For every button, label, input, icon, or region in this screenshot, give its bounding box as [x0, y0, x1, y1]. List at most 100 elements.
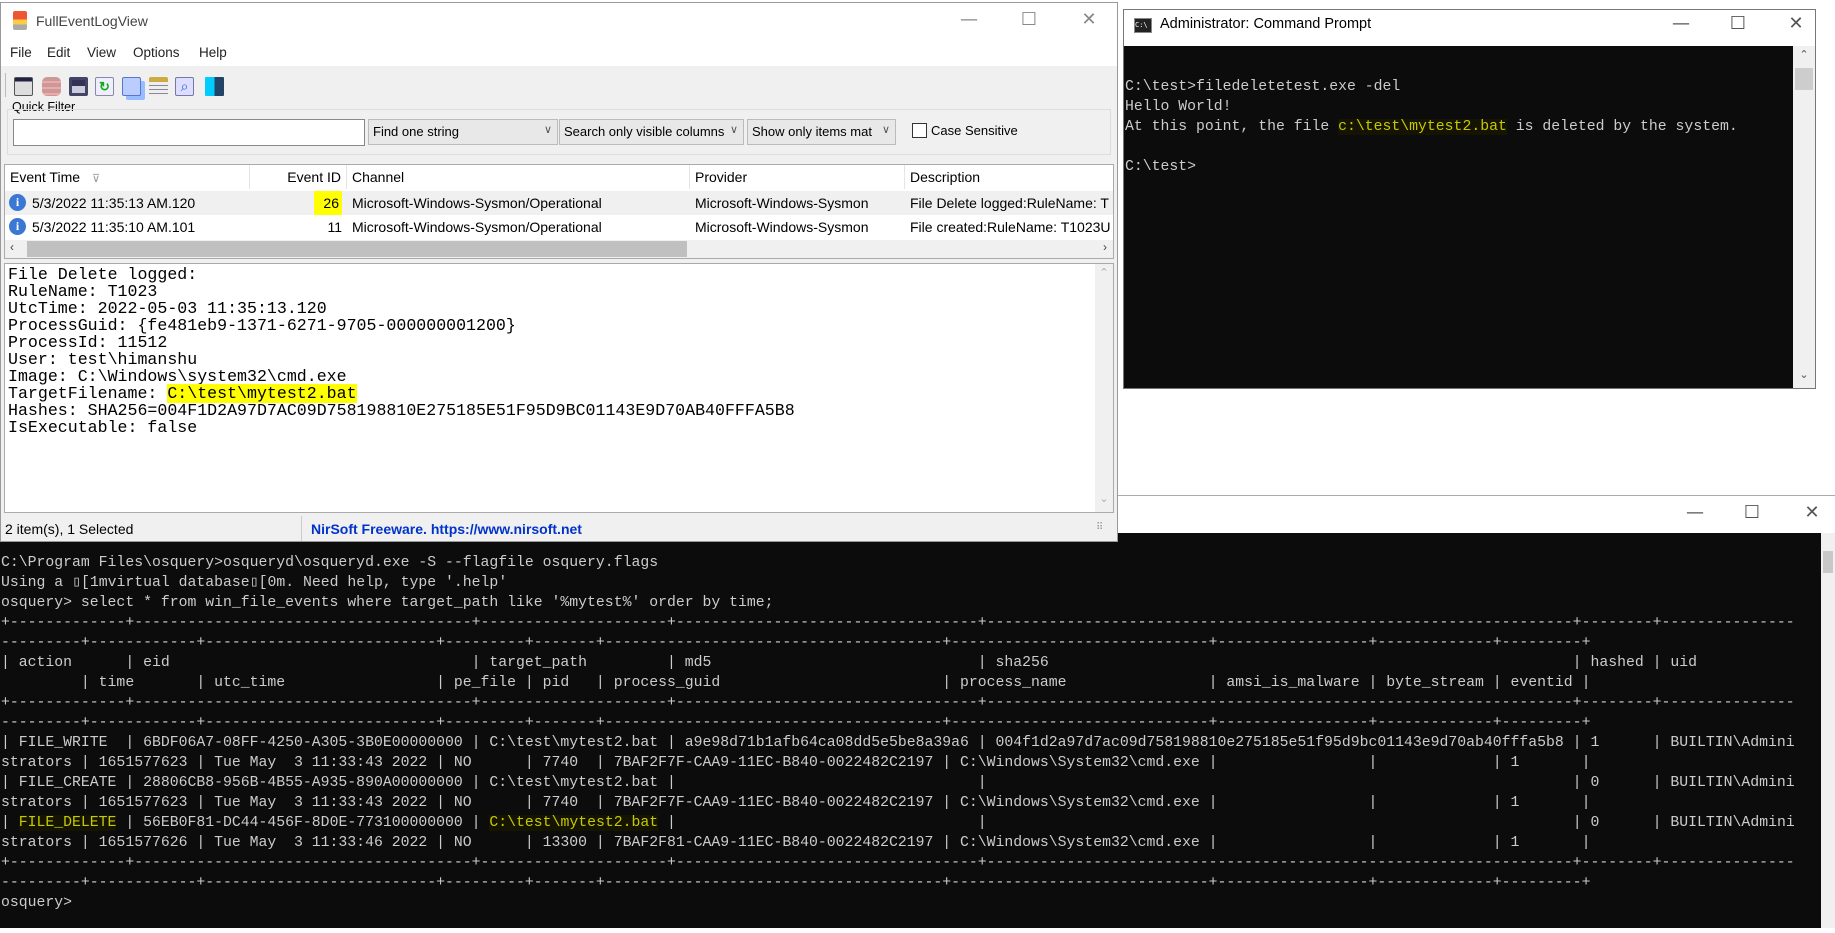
terminal-line: Using a ▯[1mvirtual database▯[0m. Need h… [1, 575, 508, 591]
terminal-text: | FILE_WRITE | 6BDF06A7-08FF-4250-A305-3… [1, 735, 1795, 751]
close-button[interactable]: ✕ [1792, 502, 1832, 523]
quick-filter-input[interactable] [13, 119, 365, 146]
osquery-terminal[interactable]: C:\Program Files\osquery>osqueryd\osquer… [0, 533, 1821, 928]
close-button[interactable]: ✕ [1069, 9, 1109, 30]
terminal-text: | time | utc_time | pe_file | pid | proc… [1, 675, 1591, 691]
terminal-text: At this point, the file [1125, 119, 1339, 135]
vertical-scrollbar[interactable]: ⌃ ⌄ [1095, 264, 1113, 512]
detail-line: ProcessGuid: {fe481eb9-1371-6271-9705-00… [8, 316, 516, 335]
column-header-event-time[interactable]: Event Time ⊽ [5, 165, 250, 189]
refresh-icon[interactable]: ↻ [95, 77, 114, 96]
vertical-scrollbar[interactable] [1821, 533, 1835, 928]
app-icon [13, 11, 27, 30]
query-result-table: +-------------+-------------------------… [1, 613, 1795, 893]
menu-bar: File Edit View Options Help [1, 39, 1117, 66]
terminal-text: | action | eid | target_path | md5 | sha… [1, 655, 1795, 671]
cell-channel: Microsoft-Windows-Sysmon/Operational [352, 219, 602, 235]
nirsoft-link[interactable]: NirSoft Freeware. https://www.nirsoft.ne… [311, 521, 582, 537]
terminal-text: C:\test>filedeletetest.exe -del [1125, 79, 1401, 95]
chevron-down-icon: ∨ [729, 124, 738, 136]
event-detail-pane[interactable]: File Delete logged: RuleName: T1023 UtcTim… [4, 263, 1114, 513]
maximize-button[interactable]: ☐ [1009, 9, 1049, 30]
cell-provider: Microsoft-Windows-Sysmon [695, 195, 869, 211]
terminal-line: | FILE_DELETE | 56EB0F81-DC44-456F-8D0E-… [1, 813, 1795, 833]
toolbar: ↻ ⌕ [1, 67, 1117, 101]
cell-description: File created:RuleName: T1023U [910, 219, 1111, 235]
highlighted-path: c:\test\mytest2.bat [1338, 119, 1507, 135]
terminal-line: +-------------+-------------------------… [1, 613, 1795, 633]
menu-view[interactable]: View [87, 45, 116, 60]
maximize-button[interactable]: ☐ [1718, 13, 1758, 34]
detail-line: ProcessId: 11512 [8, 333, 168, 352]
save-icon[interactable] [69, 77, 88, 96]
terminal-line: At this point, the file c:\test\mytest2.… [1125, 117, 1738, 137]
terminal-line: ---------+------------+-----------------… [1, 873, 1795, 893]
close-button[interactable]: ✕ [1776, 13, 1816, 34]
filter-mode-select[interactable]: Find one string ∨ [368, 119, 558, 145]
properties-icon[interactable] [14, 77, 33, 96]
detail-line: TargetFilename: C:\test\mytest2.bat [8, 384, 795, 403]
maximize-button[interactable]: ☐ [1732, 502, 1772, 523]
resize-grip-icon[interactable]: ⠿ [1096, 522, 1103, 533]
minimize-button[interactable]: — [1661, 13, 1701, 34]
scroll-up-icon[interactable]: ⌃ [1793, 48, 1815, 61]
terminal-line: osquery> select * from win_file_events w… [1, 595, 774, 611]
scroll-down-icon[interactable]: ⌄ [1793, 368, 1815, 381]
scroll-right-icon[interactable]: › [1103, 240, 1107, 254]
column-header-event-id[interactable]: Event ID [250, 165, 347, 189]
terminal-line: strators | 1651577626 | Tue May 3 11:33:… [1, 833, 1795, 853]
sort-icon: ⊽ [92, 173, 101, 185]
terminal-line: strators | 1651577623 | Tue May 3 11:33:… [1, 753, 1795, 773]
find-icon[interactable]: ⌕ [175, 77, 194, 96]
menu-help[interactable]: Help [199, 45, 227, 60]
cmd-terminal[interactable]: C:\test>filedeletetest.exe -del Hello Wor… [1124, 46, 1793, 388]
data-source-icon[interactable] [42, 77, 61, 96]
html-report-icon[interactable] [149, 77, 168, 96]
cell-provider: Microsoft-Windows-Sysmon [695, 219, 869, 235]
search-scope-select[interactable]: Search only visible columns ∨ [559, 119, 744, 145]
detail-line: Hashes: SHA256=004F1D2A97D7AC09D75819881… [8, 401, 795, 420]
chevron-down-icon: ∨ [543, 124, 552, 136]
scrollbar-thumb[interactable] [27, 241, 687, 257]
terminal-line: | action | eid | target_path | md5 | sha… [1, 653, 1795, 673]
show-mode-select[interactable]: Show only items mat ∨ [747, 119, 896, 145]
terminal-prompt: osquery> [1, 895, 73, 911]
list-header: Event Time ⊽ Event ID Channel Provider De… [5, 165, 1113, 189]
terminal-line: | time | utc_time | pe_file | pid | proc… [1, 673, 1795, 693]
exit-icon[interactable] [205, 77, 224, 96]
status-item-count: 2 item(s), 1 Selected [5, 521, 134, 537]
vertical-scrollbar[interactable]: ⌃ ⌄ [1793, 46, 1815, 388]
minimize-button[interactable]: — [949, 9, 989, 30]
table-row[interactable]: i 5/3/2022 11:35:13 AM.120 26 Microsoft-… [5, 191, 1113, 215]
scroll-left-icon[interactable]: ‹ [10, 240, 14, 254]
highlighted-cell: FILE_DELETE [18, 815, 117, 831]
status-bar: 2 item(s), 1 Selected NirSoft Freeware. … [1, 516, 1117, 541]
minimize-button[interactable]: — [1675, 502, 1715, 523]
copy-icon[interactable] [122, 77, 141, 96]
column-header-channel[interactable]: Channel [347, 165, 690, 189]
terminal-text: +-------------+-------------------------… [1, 855, 1795, 871]
scroll-down-icon[interactable]: ⌄ [1095, 492, 1113, 505]
terminal-text: is deleted by the system. [1506, 119, 1738, 135]
case-sensitive-checkbox[interactable] [912, 123, 927, 138]
case-sensitive-label[interactable]: Case Sensitive [931, 123, 1018, 138]
detail-line: IsExecutable: false [8, 418, 198, 437]
window-title: FullEventLogView [36, 13, 148, 29]
menu-options[interactable]: Options [133, 45, 180, 60]
cell-event-time: 5/3/2022 11:35:13 AM.120 [32, 195, 196, 211]
terminal-text: | 56EB0F81-DC44-456F-8D0E-773100000000 | [116, 815, 490, 831]
scroll-up-icon[interactable]: ⌃ [1095, 266, 1113, 279]
terminal-line: C:\test>filedeletetest.exe -del [1125, 77, 1738, 97]
column-header-provider[interactable]: Provider [690, 165, 905, 189]
scrollbar-thumb[interactable] [1795, 68, 1813, 90]
cell-channel: Microsoft-Windows-Sysmon/Operational [352, 195, 602, 211]
scrollbar-thumb[interactable] [1823, 551, 1833, 573]
info-icon: i [9, 194, 26, 211]
table-row[interactable]: i 5/3/2022 11:35:10 AM.101 11 Microsoft-… [5, 215, 1113, 239]
horizontal-scrollbar[interactable]: ‹ › [5, 240, 1113, 258]
column-header-description[interactable]: Description [905, 165, 1113, 189]
detail-line: File Delete logged: [8, 265, 198, 284]
menu-edit[interactable]: Edit [47, 45, 70, 60]
command-prompt-window: C:\ Administrator: Command Prompt — ☐ ✕ … [1123, 9, 1816, 389]
menu-file[interactable]: File [10, 45, 32, 60]
